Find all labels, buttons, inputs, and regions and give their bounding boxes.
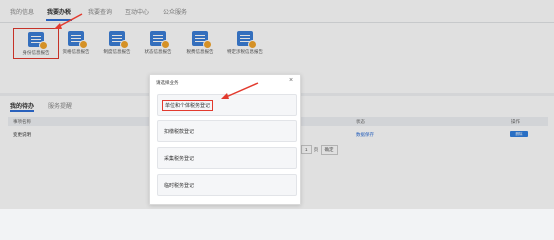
annotation-arrowhead-top [54, 23, 62, 29]
annotation-arrow-top [57, 13, 83, 28]
annotation-arrowhead-dialog [221, 93, 229, 99]
annotation-arrows [54, 13, 259, 99]
annotation-arrow-dialog [225, 82, 259, 98]
